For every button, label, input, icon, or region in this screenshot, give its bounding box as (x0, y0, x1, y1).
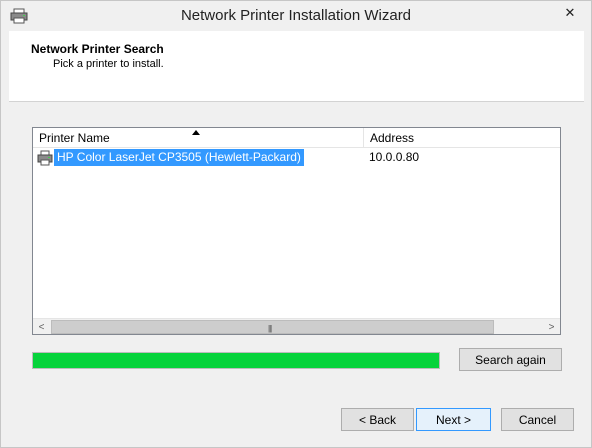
window-title: Network Printer Installation Wizard (180, 7, 412, 24)
column-header-label: Printer Name (39, 131, 110, 145)
progress-fill (33, 353, 439, 368)
wizard-content: Network Printer Search Pick a printer to… (9, 31, 584, 441)
close-icon: ✕ (564, 5, 576, 20)
back-button[interactable]: < Back (341, 408, 414, 431)
printer-address-cell: 10.0.0.80 (369, 150, 420, 164)
scroll-right-button[interactable]: > (543, 319, 560, 335)
title-bar[interactable]: Network Printer Installation Wizard ✕ (1, 1, 591, 31)
search-progress-bar (32, 352, 440, 369)
close-button[interactable]: ✕ (555, 2, 585, 24)
wizard-window: Network Printer Installation Wizard ✕ Ne… (0, 0, 592, 448)
sort-ascending-icon (192, 130, 200, 135)
printer-icon (37, 150, 53, 166)
column-header-label: Address (370, 131, 415, 145)
list-item[interactable]: HP Color LaserJet CP3505 (Hewlett-Packar… (33, 149, 560, 167)
chevron-right-icon: > (548, 321, 555, 333)
page-subtitle: Pick a printer to install. (53, 58, 164, 70)
search-again-button[interactable]: Search again (459, 348, 562, 371)
list-header: Printer Name Address (33, 128, 560, 148)
cancel-button[interactable]: Cancel (501, 408, 574, 431)
column-header-printer-name[interactable]: Printer Name (33, 128, 364, 148)
printer-list[interactable]: Printer Name Address HP Color LaserJet C… (32, 127, 561, 335)
column-header-address[interactable]: Address (364, 128, 560, 148)
scroll-left-button[interactable]: < (33, 319, 50, 335)
scroll-thumb[interactable]: ||| (51, 320, 494, 334)
horizontal-scrollbar[interactable]: < ||| > (33, 318, 560, 334)
page-title: Network Printer Search (31, 42, 164, 56)
grip-icon: ||| (268, 324, 272, 333)
printer-name-cell[interactable]: HP Color LaserJet CP3505 (Hewlett-Packar… (54, 149, 304, 166)
wizard-header: Network Printer Search Pick a printer to… (9, 31, 584, 102)
next-button[interactable]: Next > (416, 408, 491, 431)
chevron-left-icon: < (38, 321, 45, 333)
